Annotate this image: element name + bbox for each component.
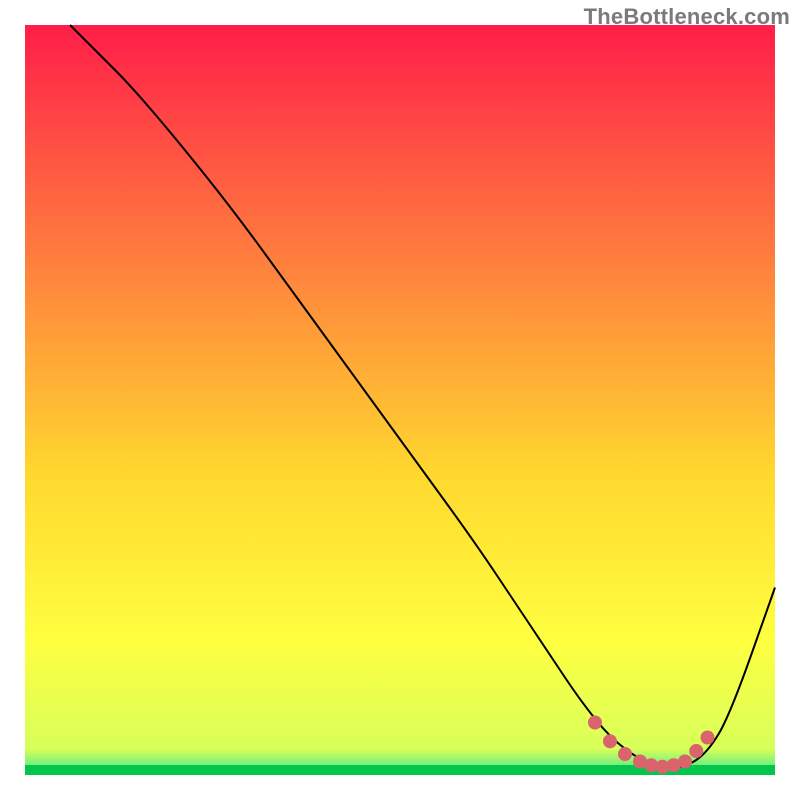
bottleneck-chart [0, 0, 800, 800]
watermark-text: TheBottleneck.com [584, 4, 790, 30]
optimal-dot [678, 755, 692, 769]
optimal-dot [603, 734, 617, 748]
optimal-dot [618, 747, 632, 761]
optimal-dot [689, 744, 703, 758]
optimal-dot [588, 716, 602, 730]
gradient-background [25, 25, 775, 775]
optimal-dot [701, 731, 715, 745]
